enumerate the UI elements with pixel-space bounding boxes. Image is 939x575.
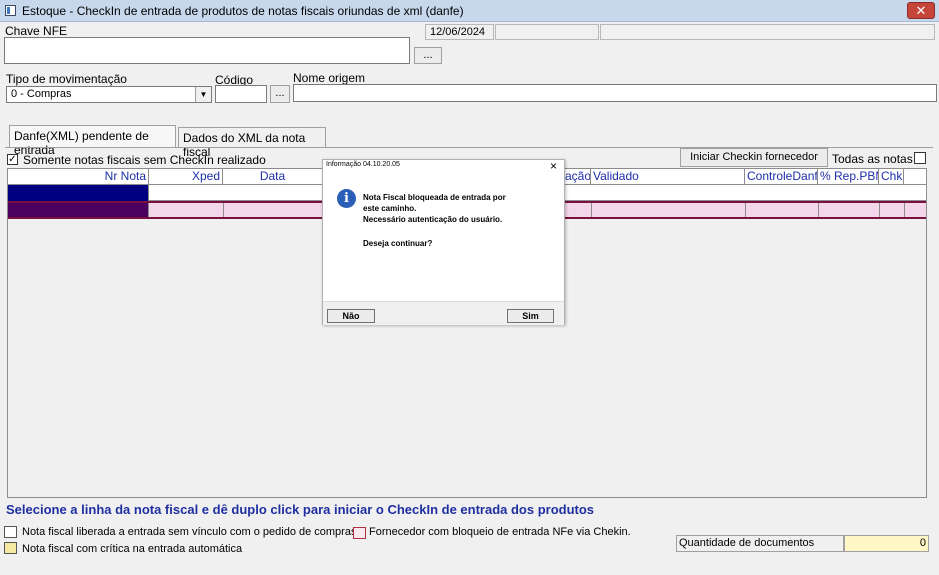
column-chk[interactable]: Chk. (879, 169, 904, 185)
legend-label-yellow: Nota fiscal com crítica na entrada autom… (22, 543, 243, 555)
row2-cell-nr-nota[interactable] (8, 203, 149, 217)
column-extra (904, 169, 926, 185)
row2-divider (818, 203, 819, 217)
info-icon: i (337, 189, 356, 208)
status-field-2 (600, 24, 935, 40)
dialog-close-icon[interactable]: × (550, 159, 557, 173)
chave-nfe-label: Chave NFE (5, 24, 68, 38)
legend-swatch-white (4, 526, 17, 538)
column-controle-danfe[interactable]: ControleDanfe (745, 169, 818, 185)
row2-divider (591, 203, 592, 217)
column-xped[interactable]: Xped (149, 169, 223, 185)
column-situacao[interactable]: ação (565, 169, 591, 185)
quantidade-value: 0 (844, 535, 929, 552)
dialog-footer: Não Sim (323, 301, 564, 325)
dialog-title: Informação 04.10.20.05 (326, 161, 400, 168)
instruction-text: Selecione a linha da nota fiscal e dê du… (6, 502, 595, 517)
chave-lookup-button[interactable]: ... (414, 47, 442, 64)
dialog-message-line: este caminho. (363, 204, 417, 213)
all-notes-checkbox[interactable] (914, 152, 926, 164)
tab-danfe-pendente[interactable]: Danfe(XML) pendente de entrada (9, 125, 176, 157)
legend-label-pink: Fornecedor com bloqueio de entrada NFe v… (369, 526, 631, 538)
date-field: 12/06/2024 (425, 24, 494, 40)
row2-divider (879, 203, 880, 217)
chave-nfe-input[interactable] (4, 37, 410, 64)
codigo-input[interactable] (215, 85, 267, 103)
row2-divider (745, 203, 746, 217)
legend-swatch-yellow (4, 542, 17, 554)
info-dialog: Informação 04.10.20.05 × i Nota Fiscal b… (322, 159, 565, 325)
column-rep-pbm[interactable]: % Rep.PBM (818, 169, 879, 185)
app-icon (5, 5, 16, 16)
yes-button[interactable]: Sim (507, 309, 554, 323)
column-data[interactable]: Data (223, 169, 323, 185)
column-nr-nota[interactable]: Nr Nota (8, 169, 149, 185)
nome-origem-input[interactable] (293, 84, 937, 102)
codigo-lookup-button[interactable]: ... (270, 85, 290, 103)
row1-cell-nr-nota[interactable] (8, 185, 149, 201)
no-button[interactable]: Não (327, 309, 375, 323)
tipo-movimentacao-select[interactable]: 0 - Compras ▼ (6, 86, 212, 103)
only-without-checkin-checkbox[interactable]: ✓ (7, 154, 18, 165)
row2-divider (904, 203, 905, 217)
chevron-down-icon[interactable]: ▼ (195, 87, 211, 102)
only-without-checkin-label: Somente notas fiscais sem CheckIn realiz… (23, 153, 266, 167)
tipo-movimentacao-value: 0 - Compras (11, 88, 72, 100)
dialog-question: Deseja continuar? (363, 239, 433, 248)
tipo-movimentacao-label: Tipo de movimentação (6, 72, 127, 86)
row2-divider (223, 203, 224, 217)
close-button[interactable]: ✕ (907, 2, 935, 19)
column-validado[interactable]: Validado (591, 169, 745, 185)
nome-origem-label: Nome origem (293, 71, 366, 85)
quantidade-label: Quantidade de documentos (676, 535, 844, 552)
all-notes-label: Todas as notas (832, 152, 913, 166)
legend-swatch-pink (353, 527, 366, 539)
dialog-message: Nota Fiscal bloqueada de entrada por est… (363, 192, 506, 249)
tab-dados-xml[interactable]: Dados do XML da nota fiscal (178, 127, 326, 159)
window-title: Estoque - CheckIn de entrada de produtos… (22, 4, 464, 18)
status-field-1 (495, 24, 599, 40)
dialog-message-line: Nota Fiscal bloqueada de entrada por (363, 193, 506, 202)
dialog-message-line: Necessário autenticação do usuário. (363, 215, 503, 224)
legend-label-white: Nota fiscal liberada a entrada sem víncu… (22, 526, 357, 538)
start-checkin-button[interactable]: Iniciar Checkin fornecedor (680, 148, 828, 167)
